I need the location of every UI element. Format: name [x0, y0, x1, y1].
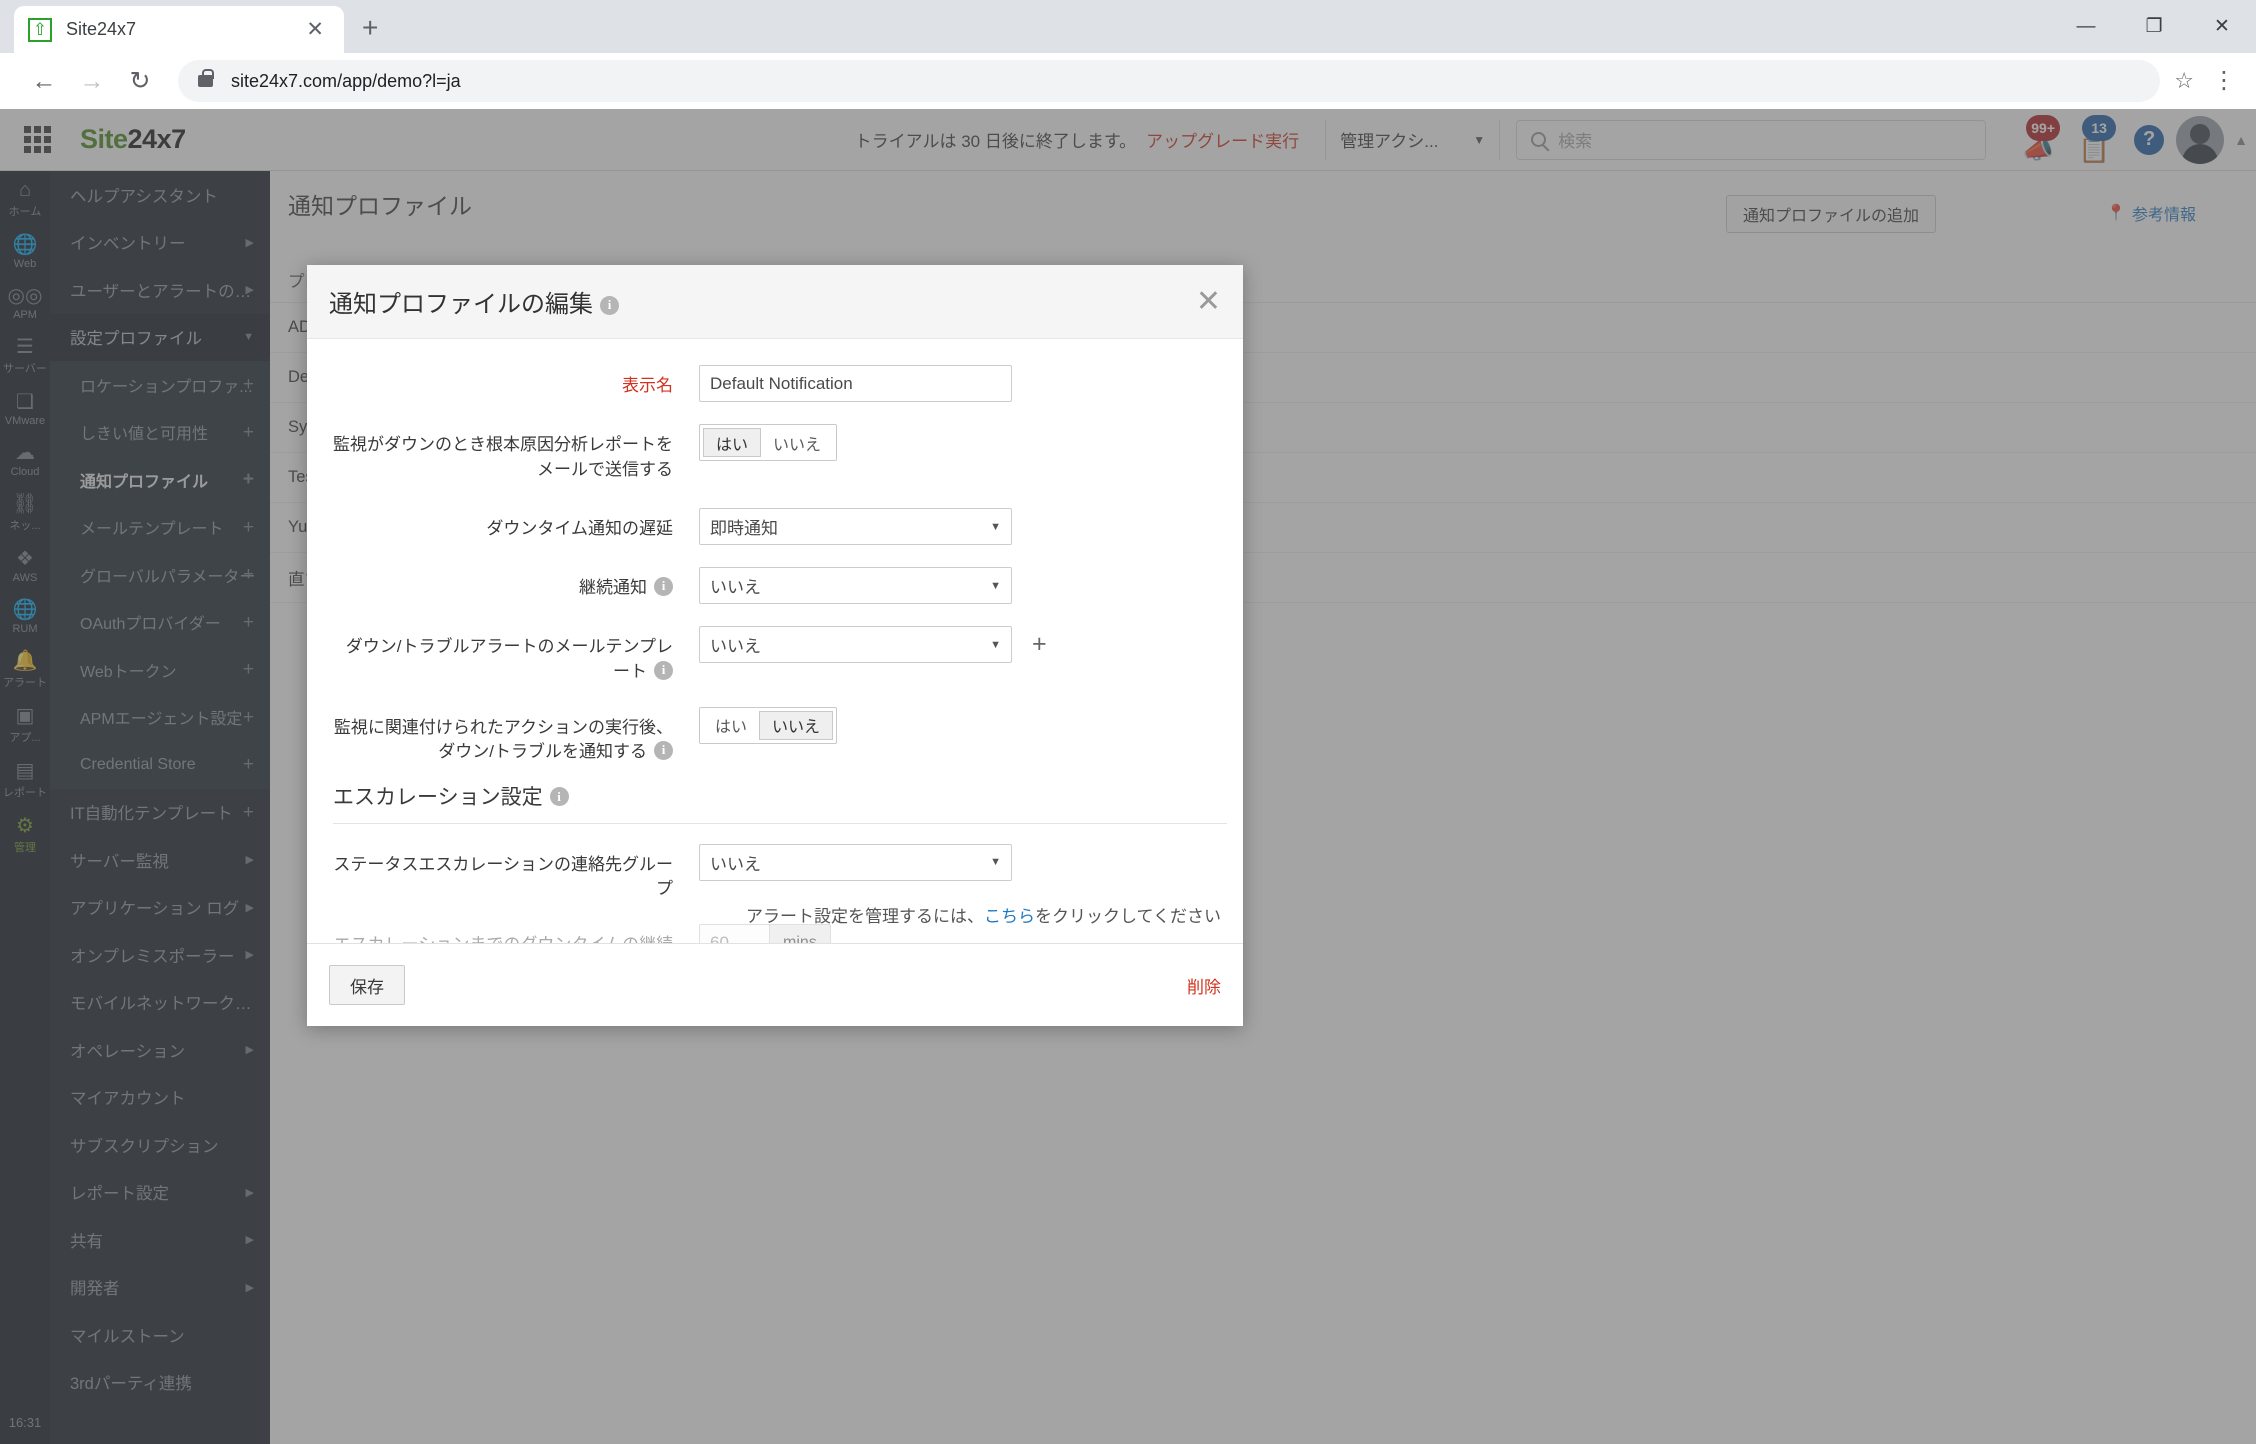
field-escalation-contact-group: ステータスエスカレーションの連絡先グループ いいえ ▼ [329, 843, 1221, 902]
down-template-label-text: ダウン/トラブルアラートのメールテンプレート [345, 637, 673, 681]
app-page: Site24x7 トライアルは 30 日後に終了します。 アップグレード実行 管… [0, 109, 2256, 1444]
escalation-contact-group-select[interactable]: いいえ ▼ [699, 843, 1012, 881]
dialog-header: 通知プロファイルの編集 i ✕ [307, 265, 1243, 339]
chevron-down-icon: ▼ [990, 579, 1001, 592]
rca-email-label: 監視がダウンのとき根本原因分析レポートをメールで送信する [333, 435, 673, 479]
rca-email-yes[interactable]: はい [703, 428, 762, 457]
notify-after-action-label-text: 監視に関連付けられたアクションの実行後、ダウン/トラブルを通知する [333, 717, 673, 762]
reload-icon[interactable]: ↻ [116, 57, 164, 105]
dialog-body: 表示名 Default Notification 監視がダウンのとき根本原因分析… [307, 339, 1243, 943]
alert-note-after: をクリックしてください [1035, 907, 1221, 926]
field-display-name: 表示名 Default Notification [329, 365, 1221, 402]
delete-button[interactable]: 削除 [1187, 973, 1221, 998]
alert-note-before: アラート設定を管理するには、 [746, 907, 985, 926]
chevron-down-icon: ▼ [990, 638, 1001, 651]
info-icon[interactable]: i [549, 787, 569, 807]
dialog-title-text: 通知プロファイルの編集 [329, 291, 593, 318]
url-host: site24x7.com [231, 70, 338, 91]
field-downtime-delay: ダウンタイム通知の遅延 即時通知 ▼ [329, 508, 1221, 546]
field-persistent-notify: 継続通知 i いいえ ▼ [329, 567, 1221, 605]
notify-after-action-label: 監視に関連付けられたアクションの実行後、ダウン/トラブルを通知する i [329, 707, 699, 765]
bookmark-star-icon[interactable]: ☆ [2174, 68, 2194, 94]
window-controls: — ❐ ✕ [2052, 0, 2256, 53]
info-icon[interactable]: i [654, 660, 673, 680]
escalation-section-title-text: エスカレーション設定 [333, 785, 543, 809]
close-icon[interactable]: ✕ [300, 17, 330, 42]
escalation-section-title: エスカレーション設定 i [333, 781, 1221, 811]
notify-after-action-yes[interactable]: はい [703, 711, 759, 740]
back-icon[interactable]: ← [20, 57, 68, 105]
browser-toolbar: ← → ↻ site24x7.com /app/demo?l=ja ☆ ⋮ [0, 53, 2256, 109]
browser-tab-title: Site24x7 [66, 19, 137, 39]
section-divider [333, 822, 1227, 824]
display-name-label: 表示名 [622, 376, 673, 395]
persistent-notify-label: 継続通知 i [329, 567, 699, 601]
add-template-button[interactable]: + [1032, 632, 1047, 657]
downtime-delay-select[interactable]: 即時通知 ▼ [699, 508, 1012, 546]
alert-settings-link[interactable]: こちら [984, 907, 1035, 926]
field-notify-after-action: 監視に関連付けられたアクションの実行後、ダウン/トラブルを通知する i はい いい… [329, 706, 1221, 765]
dialog-close-icon[interactable]: ✕ [1196, 286, 1221, 317]
downtime-delay-value: 即時通知 [710, 519, 778, 539]
down-template-select[interactable]: いいえ ▼ [699, 626, 1012, 664]
browser-menu-icon[interactable]: ⋮ [2212, 68, 2236, 93]
notify-after-action-no[interactable]: いいえ [759, 710, 834, 740]
notify-after-action-toggle: はい いいえ [699, 706, 838, 744]
edit-notification-profile-dialog: 通知プロファイルの編集 i ✕ 表示名 Default Notification … [307, 265, 1243, 1026]
down-template-label: ダウン/トラブルアラートのメールテンプレート i [329, 626, 699, 684]
rca-email-toggle: はい いいえ [699, 424, 838, 461]
dialog-title: 通知プロファイルの編集 i [329, 284, 619, 319]
rca-email-no[interactable]: いいえ [761, 428, 833, 457]
persistent-notify-value: いいえ [710, 578, 761, 598]
info-icon[interactable]: i [654, 741, 673, 761]
browser-tab[interactable]: ⇧ Site24x7 ✕ [14, 6, 344, 53]
escalation-duration-label: エスカレーションまでのダウンタイムの継続期間 [329, 924, 699, 943]
url-path: /app/demo?l=ja [337, 70, 461, 91]
down-template-value: いいえ [710, 637, 761, 657]
display-name-input[interactable]: Default Notification [699, 365, 1012, 402]
save-button[interactable]: 保存 [329, 965, 405, 1005]
alert-settings-note: アラート設定を管理するには、こちらをクリックしてください [746, 902, 1221, 927]
chevron-down-icon: ▼ [990, 856, 1001, 869]
up-arrow-icon: ⇧ [28, 17, 52, 42]
persistent-notify-label-text: 継続通知 [579, 578, 647, 598]
field-rca-email: 監視がダウンのとき根本原因分析レポートをメールで送信する はい いいえ [329, 424, 1221, 482]
field-down-template: ダウン/トラブルアラートのメールテンプレート i いいえ ▼ + [329, 626, 1221, 684]
browser-tab-strip: ⇧ Site24x7 ✕ + — ❐ ✕ [0, 0, 2256, 53]
downtime-delay-label: ダウンタイム通知の遅延 [486, 519, 673, 539]
chevron-down-icon: ▼ [990, 520, 1001, 533]
persistent-notify-select[interactable]: いいえ ▼ [699, 567, 1012, 605]
minimize-icon[interactable]: — [2052, 0, 2120, 53]
maximize-icon[interactable]: ❐ [2120, 0, 2188, 53]
dialog-footer: 保存 削除 [307, 943, 1243, 1026]
escalation-contact-group-value: いいえ [710, 854, 761, 874]
lock-icon [198, 69, 214, 87]
header-backdrop [0, 109, 2256, 171]
info-icon[interactable]: i [654, 577, 673, 597]
forward-icon[interactable]: → [68, 57, 116, 105]
info-icon[interactable]: i [600, 295, 619, 315]
escalation-contact-group-label: ステータスエスカレーションの連絡先グループ [333, 854, 673, 899]
window-close-icon[interactable]: ✕ [2188, 0, 2256, 53]
address-bar[interactable]: site24x7.com /app/demo?l=ja [178, 60, 2161, 102]
new-tab-button[interactable]: + [362, 14, 378, 42]
